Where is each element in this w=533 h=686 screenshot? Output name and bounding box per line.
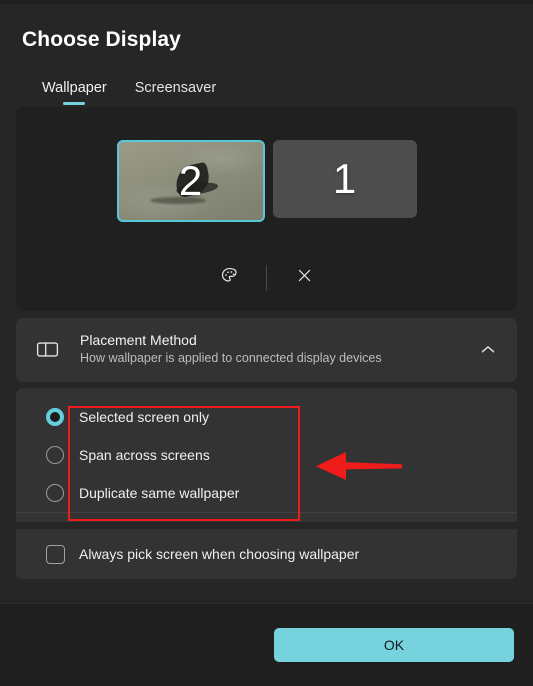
ok-button[interactable]: OK xyxy=(274,628,514,662)
dialog-header: Choose Display Wallpaper Screensaver xyxy=(0,4,533,107)
option-duplicate-same-wallpaper[interactable]: Duplicate same wallpaper xyxy=(16,474,517,512)
dialog-footer: OK xyxy=(0,603,533,686)
tab-wallpaper-label: Wallpaper xyxy=(42,80,107,96)
radio-span-across-screens[interactable] xyxy=(46,446,64,464)
section-divider xyxy=(16,512,517,513)
option-label: Selected screen only xyxy=(79,409,209,425)
page-title: Choose Display xyxy=(22,28,181,51)
tab-screensaver-label: Screensaver xyxy=(134,80,217,96)
body-bottom-spacer xyxy=(16,586,517,597)
option-label: Span across screens xyxy=(79,447,210,463)
close-icon xyxy=(297,268,312,288)
split-panel-icon xyxy=(36,340,62,359)
monitor-action-bar xyxy=(16,263,517,293)
placement-method-title: Placement Method xyxy=(80,332,197,348)
action-divider xyxy=(266,265,267,291)
placement-method-section: Placement Method How wallpaper is applie… xyxy=(16,318,517,382)
always-pick-row[interactable]: Always pick screen when choosing wallpap… xyxy=(16,529,517,579)
option-label: Duplicate same wallpaper xyxy=(79,485,240,501)
palette-button[interactable] xyxy=(208,263,250,293)
option-selected-screen-only[interactable]: Selected screen only xyxy=(16,398,517,436)
tab-wallpaper[interactable]: Wallpaper xyxy=(40,78,109,107)
palette-icon xyxy=(220,266,239,290)
monitor-picker-panel: 2 1 xyxy=(16,107,517,311)
placement-method-header[interactable]: Placement Method How wallpaper is applie… xyxy=(16,318,517,382)
radio-duplicate-same-wallpaper[interactable] xyxy=(46,484,64,502)
monitor-number: 1 xyxy=(332,155,357,202)
tab-screensaver[interactable]: Screensaver xyxy=(133,78,218,107)
placement-method-subtitle: How wallpaper is applied to connected di… xyxy=(80,351,382,365)
placement-method-text: Placement Method How wallpaper is applie… xyxy=(80,331,477,367)
always-pick-label: Always pick screen when choosing wallpap… xyxy=(79,546,360,562)
tab-bar: Wallpaper Screensaver xyxy=(22,78,511,107)
monitor-thumb-2[interactable]: 2 xyxy=(116,140,265,222)
monitor-list: 2 1 xyxy=(16,107,517,222)
always-pick-checkbox[interactable] xyxy=(46,544,65,564)
choose-display-dialog: Choose Display Wallpaper Screensaver 2 1… xyxy=(0,0,533,686)
monitor-number: 2 xyxy=(178,157,203,204)
dialog-body: 2 1 Placement Method How wallpaper is ap… xyxy=(0,107,533,603)
close-button[interactable] xyxy=(283,263,325,293)
tab-active-indicator xyxy=(63,102,86,105)
option-span-across-screens[interactable]: Span across screens xyxy=(16,436,517,474)
chevron-up-icon[interactable] xyxy=(477,345,499,354)
radio-selected-screen-only[interactable] xyxy=(46,408,64,426)
monitor-thumb-1[interactable]: 1 xyxy=(272,140,417,218)
placement-options-group: Selected screen only Span across screens… xyxy=(16,388,517,522)
